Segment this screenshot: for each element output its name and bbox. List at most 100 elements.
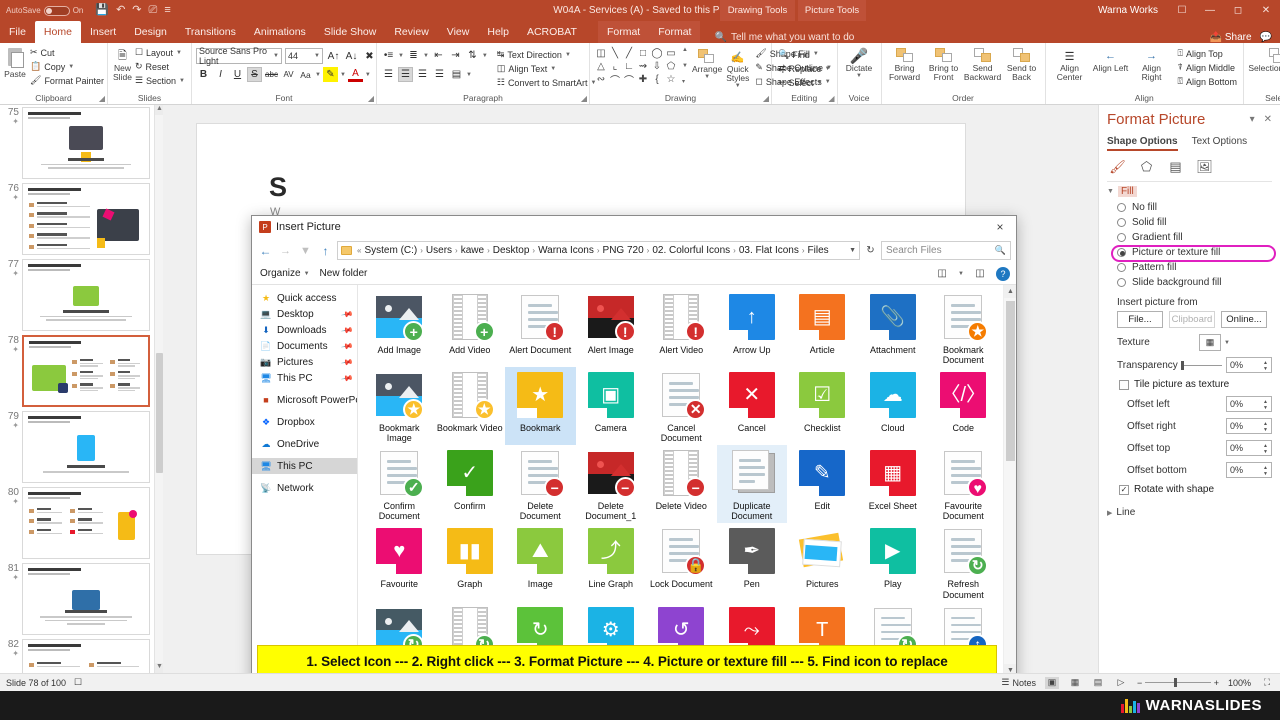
scrollbar-thumb[interactable] [1006,301,1015,461]
zoom-level[interactable]: 100% [1228,678,1251,688]
chevron-down-icon[interactable]: ▼ [340,72,346,78]
comments-icon[interactable]: 💬 [1260,32,1272,43]
nav-item-downloads[interactable]: ⬇Downloads📌 [252,322,357,338]
user-name[interactable]: Warna Works [1098,5,1158,16]
effects-icon[interactable]: ⬠ [1138,158,1155,175]
file-item[interactable]: Pictures [787,523,858,601]
start-presentation-icon[interactable]: ⎚ [149,5,158,16]
zoom-slider[interactable]: − + [1137,678,1219,688]
font-dialog-launcher[interactable]: ◢ [368,94,374,103]
file-item[interactable]: ♥Favourite [364,523,435,601]
nav-item-network[interactable]: 📡Network [252,480,357,496]
pin-icon[interactable]: 📌 [340,339,353,352]
scroll-up-icon[interactable]: ▲ [1004,285,1016,298]
slide-thumbnail[interactable] [22,259,150,331]
align-center-button-order[interactable]: ☰Align Center [1050,46,1090,82]
selection-pane-button[interactable]: Selection Pane [1248,46,1280,73]
file-item[interactable]: ✓Confirm Document [364,445,435,523]
thumbnail-item[interactable]: 75✦ [0,105,163,179]
breadcrumb-kawe[interactable]: kawe [461,245,484,256]
nav-item-pictures[interactable]: 📷Pictures📌 [252,354,357,370]
clear-formatting-button[interactable]: ✖ [362,49,377,64]
offset-left-input[interactable]: 0%▲▼ [1226,396,1272,412]
reset-button[interactable]: ↻Reset [133,60,187,73]
shape-arc-icon[interactable]: ⌒ [622,73,636,86]
file-item[interactable]: ★Bookmark Document [928,289,999,367]
checkbox-icon-checked[interactable]: ✓ [1119,485,1129,495]
file-item[interactable]: ⛰Image [505,523,576,601]
chevron-down-icon[interactable]: ▼ [365,72,371,78]
notes-button[interactable]: ☰Notes [1001,677,1036,688]
paragraph-dialog-launcher[interactable]: ◢ [581,94,587,103]
bold-button[interactable]: B [196,67,211,82]
close-button[interactable]: ✕ [1252,0,1280,21]
nav-item-documents[interactable]: 📄Documents📌 [252,338,357,354]
justify-button[interactable]: ☰ [432,67,447,82]
breadcrumb[interactable]: « System (C:)› Users› kawe› Desktop› War… [337,241,860,260]
paste-button[interactable]: Paste [4,46,26,79]
radio-gradient-fill[interactable]: Gradient fill [1107,230,1272,245]
pin-icon[interactable]: 📌 [340,371,353,384]
autosave-switch[interactable] [44,6,70,16]
file-item[interactable]: 🔒Lock Document [646,523,717,601]
editing-dialog-launcher[interactable]: ◢ [828,94,834,103]
file-item[interactable]: −Delete Document_1 [576,445,647,523]
forward-button[interactable]: → [277,241,294,260]
file-item[interactable]: ☑Checklist [787,367,858,445]
size-properties-icon[interactable]: ▤ [1167,158,1184,175]
thumbnail-item[interactable]: 82✦ [0,635,163,673]
scroll-down-icon[interactable]: ▼ [155,663,163,673]
file-item[interactable]: !Alert Video [646,289,717,367]
breadcrumb-warna-icons[interactable]: Warna Icons [538,245,594,256]
shapes-more-icon[interactable]: ▾ [682,78,688,85]
checkbox-icon[interactable] [1119,380,1129,390]
section-button[interactable]: ☰Section▼ [133,74,187,87]
refresh-icon[interactable]: ↻ [863,241,878,260]
panel-options-icon[interactable]: ▾ [1250,114,1255,125]
file-item[interactable]: ♥Favourite Document [928,445,999,523]
tab-drawing-format[interactable]: Format [598,21,649,43]
numbering-button[interactable]: ≣ [406,48,421,63]
redo-icon[interactable]: ↷ [132,5,141,16]
character-spacing-button[interactable]: AV [281,67,296,82]
bullets-button[interactable]: •≡ [381,48,396,63]
help-icon[interactable]: ? [996,267,1010,281]
shapes-gallery[interactable]: ◫ ╲ ╱ □ ◯ ▭ △ ⌞ ∟ ⇝ ⇩ ⬠ ∾ ⌒ ⌒ ✚ { [594,47,678,86]
file-item[interactable]: ▦Excel Sheet [858,445,929,523]
normal-view-icon[interactable]: ▣ [1045,677,1059,689]
chevron-down-icon[interactable]: ▼ [423,53,429,59]
underline-button[interactable]: U [230,67,245,82]
chevron-down-icon[interactable]: ▼ [466,72,472,78]
transparency-value-input[interactable]: 0%▲▼ [1226,357,1272,373]
spinner-icon[interactable]: ▲▼ [1261,463,1270,479]
radio-slide-background-fill[interactable]: Slide background fill [1107,275,1272,290]
ribbon-display-options-icon[interactable]: ☐ [1168,0,1196,21]
dialog-navigation-pane[interactable]: ★Quick access 💻Desktop📌 ⬇Downloads📌 📄Doc… [252,285,358,677]
clipboard-dialog-launcher[interactable]: ◢ [99,94,105,103]
bring-to-front-button[interactable]: Bring to Front [925,46,963,82]
thumbnail-item[interactable]: 80✦ [0,483,163,559]
tab-design[interactable]: Design [125,21,176,43]
reading-view-icon[interactable]: ▤ [1091,677,1105,689]
radio-no-fill[interactable]: No fill [1107,200,1272,215]
font-color-button[interactable]: A [348,67,363,82]
share-button[interactable]: 📤 Share [1210,32,1252,43]
nav-item-this-pc-quick[interactable]: 🖥This PC📌 [252,370,357,386]
line-expand-icon[interactable]: ▶ [1107,509,1112,517]
file-item[interactable]: −Delete Document [505,445,576,523]
restore-button[interactable]: ◻ [1224,0,1252,21]
breadcrumb-colorful-icons[interactable]: 02. Colorful Icons [652,245,730,256]
copy-button[interactable]: 📋Copy▼ [28,60,106,73]
text-direction-button[interactable]: ↹Text Direction▼ [495,48,599,61]
spinner-icon[interactable]: ▲▼ [1261,441,1270,457]
new-slide-button[interactable]: 🗎 New Slide [112,46,133,82]
chevron-down-icon[interactable]: ▼ [315,72,321,78]
thumbnail-item[interactable]: 76✦ [0,179,163,255]
file-item[interactable]: ✕Cancel Document [646,367,717,445]
shape-pentagon-icon[interactable]: ⬠ [664,60,678,73]
up-button[interactable]: ↑ [317,241,334,260]
send-backward-button[interactable]: Send Backward [964,46,1002,82]
layout-button[interactable]: ☐Layout▼ [133,46,187,59]
thumbnail-item-selected[interactable]: 78✦ [0,331,163,407]
decrease-indent-button[interactable]: ⇤ [431,48,446,63]
